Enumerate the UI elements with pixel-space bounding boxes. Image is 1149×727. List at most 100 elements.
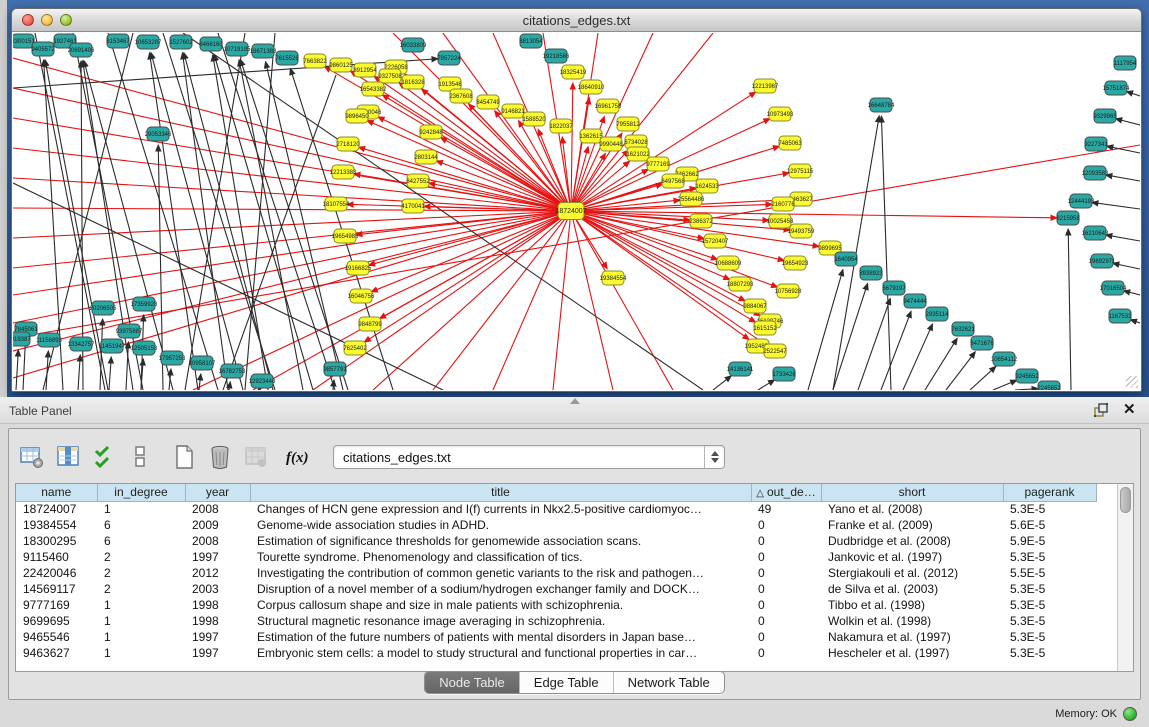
table-cell[interactable]: Estimation of the future numbers of pati… xyxy=(250,629,751,645)
table-cell[interactable]: Tourette syndrome. Phenomenology and cla… xyxy=(250,549,751,565)
select-all-icon[interactable] xyxy=(89,442,119,472)
new-document-icon[interactable] xyxy=(169,442,199,472)
table-cell[interactable]: 0 xyxy=(751,597,821,613)
table-cell[interactable]: Corpus callosum shape and size in male p… xyxy=(250,597,751,613)
table-row[interactable]: 1938455462009Genome-wide association stu… xyxy=(16,517,1096,533)
memory-ok-icon[interactable] xyxy=(1123,707,1137,721)
column-header-short[interactable]: short xyxy=(821,484,1003,501)
table-row[interactable]: 2242004622012Investigating the contribut… xyxy=(16,565,1096,581)
table-cell[interactable]: 5.9E-5 xyxy=(1003,533,1096,549)
table-row[interactable]: 977716911998Corpus callosum shape and si… xyxy=(16,597,1096,613)
splitter-handle-icon[interactable] xyxy=(570,398,580,404)
table-cell[interactable]: Yano et al. (2008) xyxy=(821,501,1003,517)
table-cell[interactable]: Genome-wide association studies in ADHD. xyxy=(250,517,751,533)
table-cell[interactable]: 5.3E-5 xyxy=(1003,629,1096,645)
table-row[interactable]: 946554611997Estimation of the future num… xyxy=(16,629,1096,645)
table-cell[interactable]: 5.3E-5 xyxy=(1003,645,1096,661)
table-cell[interactable]: Structural magnetic resonance image aver… xyxy=(250,613,751,629)
table-cell[interactable]: 2008 xyxy=(185,501,250,517)
table-cell[interactable]: 1 xyxy=(97,613,185,629)
column-header-pagerank[interactable]: pagerank xyxy=(1003,484,1096,501)
table-cell[interactable]: 1 xyxy=(97,597,185,613)
table-cell[interactable]: 14569117 xyxy=(16,581,97,597)
table-cell[interactable]: Estimation of significance thresholds fo… xyxy=(250,533,751,549)
vertical-scrollbar[interactable] xyxy=(1117,484,1133,671)
table-cell[interactable]: Franke et al. (2009) xyxy=(821,517,1003,533)
function-builder-icon[interactable]: f(x) xyxy=(283,442,313,472)
table-cell[interactable]: Hescheler et al. (1997) xyxy=(821,645,1003,661)
table-row[interactable]: 1830029562008Estimation of significance … xyxy=(16,533,1096,549)
table-select-dropdown[interactable]: citations_edges.txt xyxy=(333,445,725,469)
table-cell[interactable]: 18300295 xyxy=(16,533,97,549)
tab-edge-table[interactable]: Edge Table xyxy=(520,672,614,693)
table-cell[interactable]: 22420046 xyxy=(16,565,97,581)
close-panel-icon[interactable]: ✕ xyxy=(1123,402,1139,418)
column-visibility-icon[interactable] xyxy=(53,442,83,472)
table-cell[interactable]: 1 xyxy=(97,629,185,645)
float-panel-icon[interactable] xyxy=(1093,402,1109,418)
table-cell[interactable]: 2003 xyxy=(185,581,250,597)
table-cell[interactable]: 0 xyxy=(751,517,821,533)
table-cell[interactable]: 19384554 xyxy=(16,517,97,533)
table-row[interactable]: 1456911722003Disruption of a novel membe… xyxy=(16,581,1096,597)
column-header-in_degree[interactable]: in_degree xyxy=(97,484,185,501)
table-cell[interactable]: 5.5E-5 xyxy=(1003,565,1096,581)
table-cell[interactable]: 1997 xyxy=(185,645,250,661)
table-cell[interactable]: 0 xyxy=(751,565,821,581)
table-cell[interactable]: Nakamura et al. (1997) xyxy=(821,629,1003,645)
table-cell[interactable]: Wolkin et al. (1998) xyxy=(821,613,1003,629)
table-cell[interactable]: Dudbridge et al. (2008) xyxy=(821,533,1003,549)
table-cell[interactable]: Investigating the contribution of common… xyxy=(250,565,751,581)
table-cell[interactable]: 9115460 xyxy=(16,549,97,565)
table-cell[interactable]: Stergiakouli et al. (2012) xyxy=(821,565,1003,581)
table-cell[interactable]: Changes of HCN gene expression and I(f) … xyxy=(250,501,751,517)
table-cell[interactable]: 18724007 xyxy=(16,501,97,517)
column-header-out_de[interactable]: △out_de… xyxy=(751,484,821,501)
tab-node-table[interactable]: Node Table xyxy=(425,672,520,693)
table-cell[interactable]: 0 xyxy=(751,533,821,549)
table-cell[interactable]: 5.6E-5 xyxy=(1003,517,1096,533)
table-cell[interactable]: Jankovic et al. (1997) xyxy=(821,549,1003,565)
table-cell[interactable]: Tibbo et al. (1998) xyxy=(821,597,1003,613)
network-canvas[interactable]: 1872400722260589327508165433821816328191… xyxy=(13,33,1140,390)
table-cell[interactable]: Disruption of a novel member of a sodium… xyxy=(250,581,751,597)
table-cell[interactable]: Embryonic stem cells: a model to study s… xyxy=(250,645,751,661)
table-row[interactable]: 946362711997Embryonic stem cells: a mode… xyxy=(16,645,1096,661)
table-cell[interactable]: 49 xyxy=(751,501,821,517)
table-cell[interactable]: 1 xyxy=(97,645,185,661)
table-cell[interactable]: 0 xyxy=(751,549,821,565)
table-cell[interactable]: 1997 xyxy=(185,629,250,645)
table-cell[interactable]: de Silva et al. (2003) xyxy=(821,581,1003,597)
table-cell[interactable]: 0 xyxy=(751,629,821,645)
table-cell[interactable]: 9777169 xyxy=(16,597,97,613)
table-cell[interactable]: 6 xyxy=(97,533,185,549)
table-cell[interactable]: 2008 xyxy=(185,533,250,549)
column-header-title[interactable]: title xyxy=(250,484,751,501)
table-row[interactable]: 969969511998Structural magnetic resonanc… xyxy=(16,613,1096,629)
delete-icon[interactable] xyxy=(205,442,235,472)
table-cell[interactable]: 5.3E-5 xyxy=(1003,581,1096,597)
table-cell[interactable]: 9463627 xyxy=(16,645,97,661)
table-cell[interactable]: 1998 xyxy=(185,597,250,613)
table-cell[interactable]: 5.3E-5 xyxy=(1003,549,1096,565)
table-settings-icon[interactable] xyxy=(17,442,47,472)
table-cell[interactable]: 1998 xyxy=(185,613,250,629)
table-cell[interactable]: 5.3E-5 xyxy=(1003,501,1096,517)
table-cell[interactable]: 2 xyxy=(97,565,185,581)
table-cell[interactable]: 5.3E-5 xyxy=(1003,613,1096,629)
tab-network-table[interactable]: Network Table xyxy=(614,672,724,693)
node-table[interactable]: namein_degreeyeartitle△out_de…shortpager… xyxy=(16,484,1117,671)
table-cell[interactable]: 6 xyxy=(97,517,185,533)
table-cell[interactable]: 2009 xyxy=(185,517,250,533)
table-cell[interactable]: 0 xyxy=(751,645,821,661)
table-cell[interactable]: 1 xyxy=(97,501,185,517)
table-cell[interactable]: 0 xyxy=(751,613,821,629)
scrollbar-thumb[interactable] xyxy=(1120,487,1131,513)
table-cell[interactable]: 9699695 xyxy=(16,613,97,629)
network-window-titlebar[interactable]: citations_edges.txt xyxy=(12,9,1141,32)
table-cell[interactable]: 2 xyxy=(97,549,185,565)
table-cell[interactable]: 0 xyxy=(751,581,821,597)
column-header-year[interactable]: year xyxy=(185,484,250,501)
table-cell[interactable]: 9465546 xyxy=(16,629,97,645)
column-header-name[interactable]: name xyxy=(16,484,97,501)
